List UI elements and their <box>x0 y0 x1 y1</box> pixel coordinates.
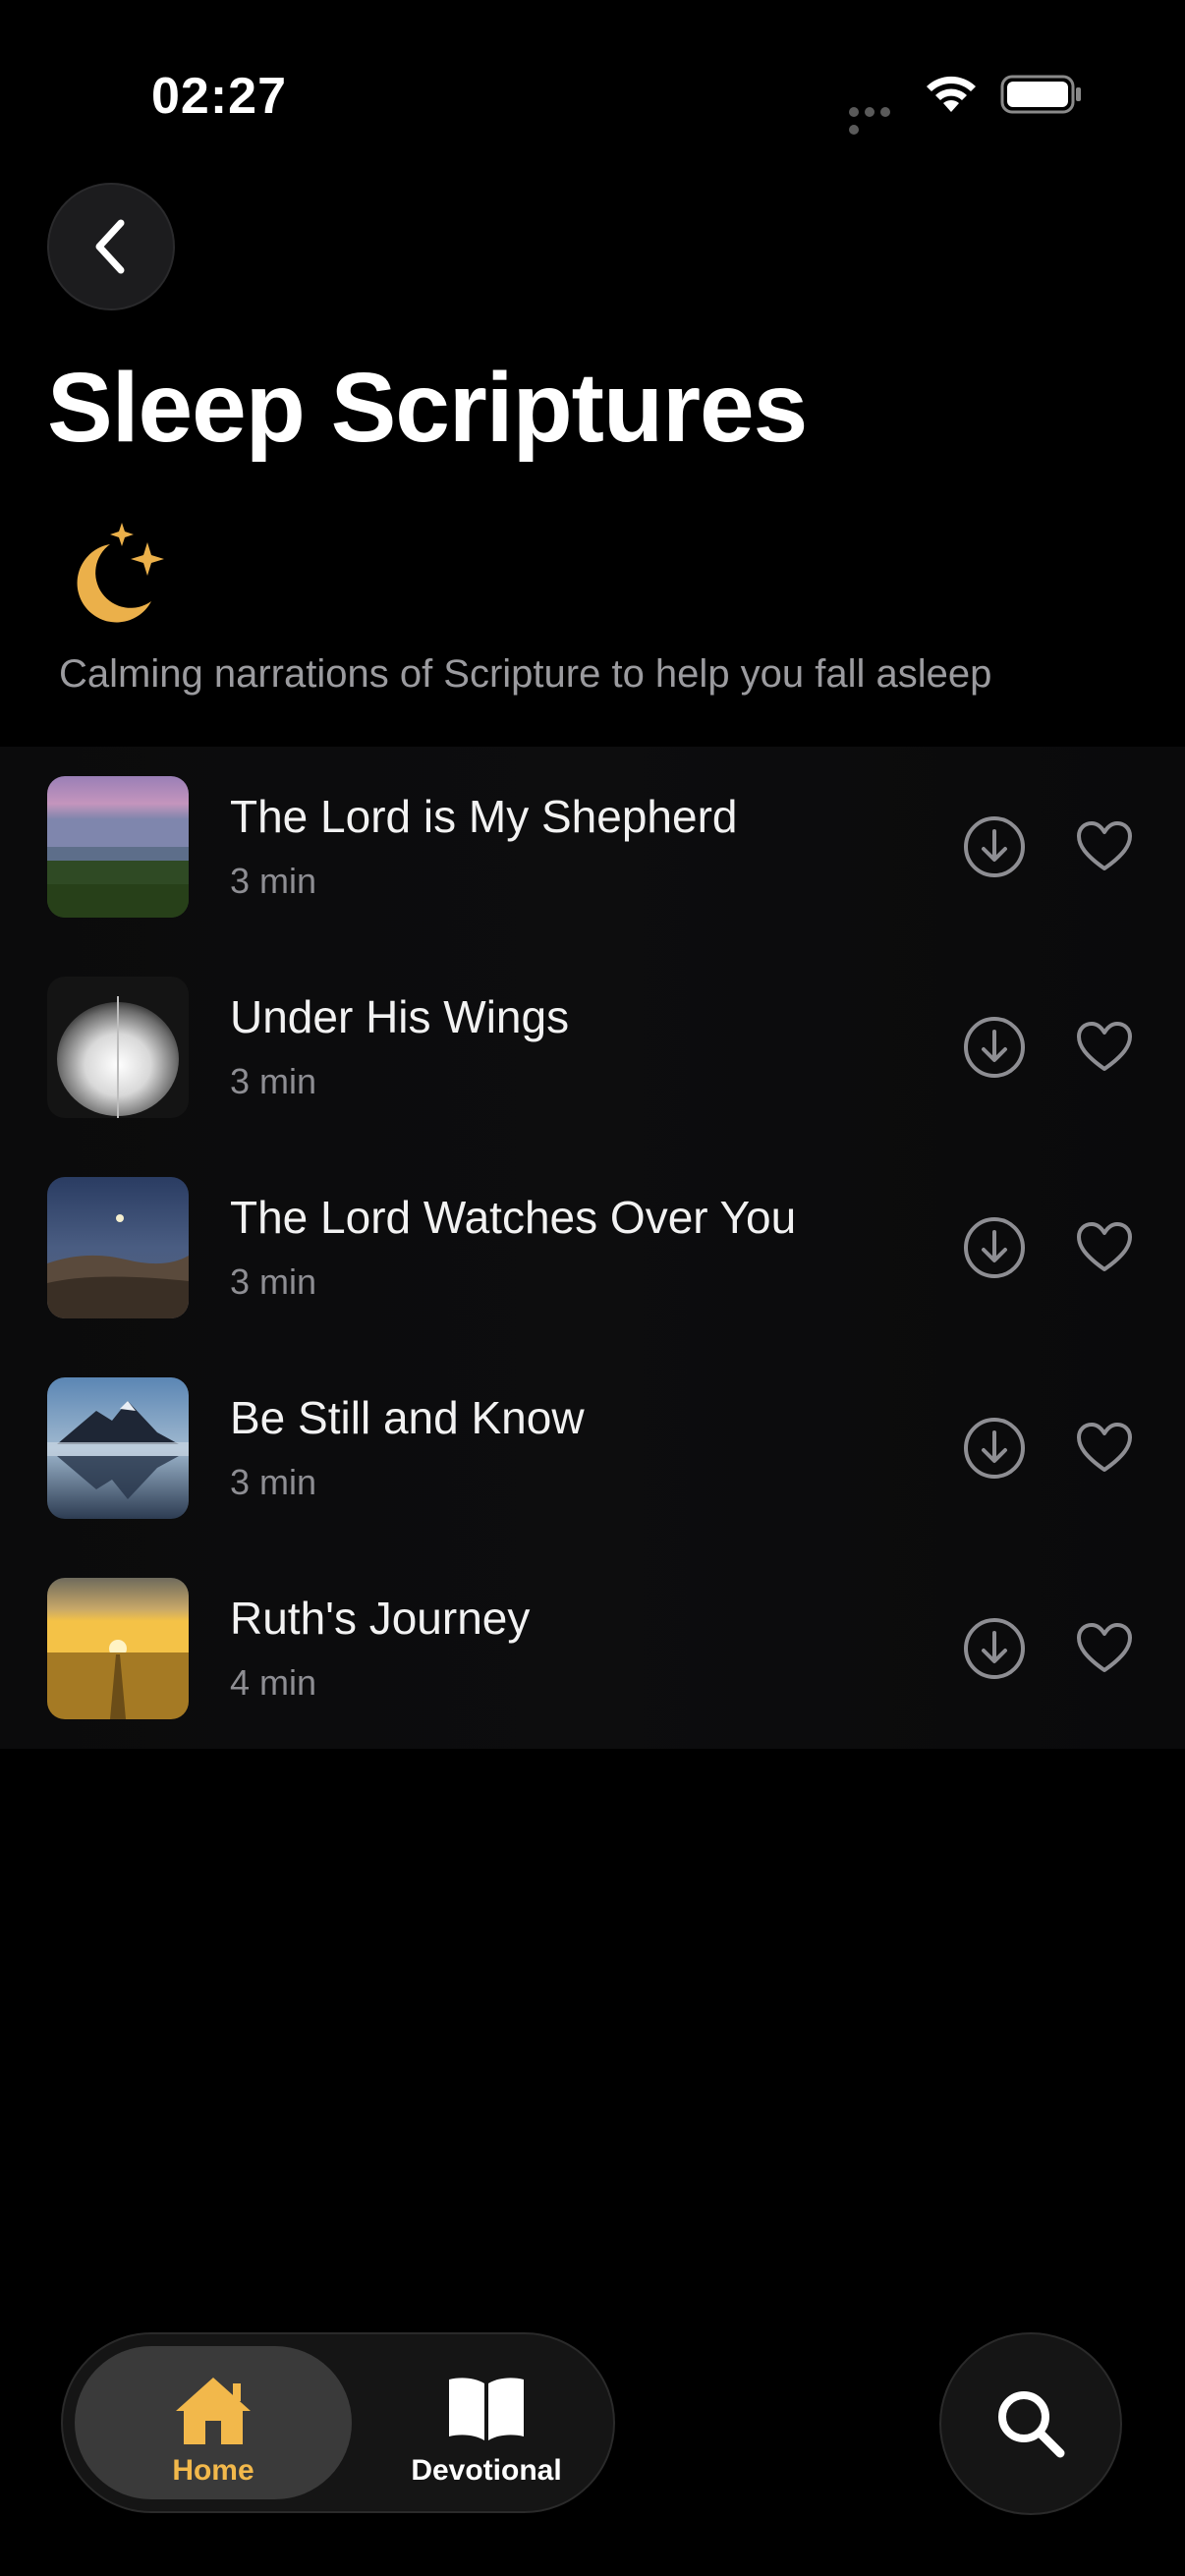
download-icon[interactable] <box>963 1617 1026 1680</box>
tab-home[interactable]: Home <box>75 2346 352 2499</box>
house-icon <box>176 2378 251 2444</box>
track-title: Ruth's Journey <box>230 1593 531 1644</box>
heart-icon[interactable] <box>1073 1016 1136 1079</box>
track-thumbnail <box>47 1578 189 1719</box>
track-duration: 3 min <box>230 1462 317 1502</box>
track-duration: 3 min <box>230 1061 317 1101</box>
heart-icon[interactable] <box>1073 1216 1136 1279</box>
track-row[interactable]: The Lord Watches Over You 3 min <box>0 1148 1185 1348</box>
search-icon <box>998 2391 1065 2458</box>
search-button[interactable] <box>939 2332 1122 2515</box>
heart-icon[interactable] <box>1073 1617 1136 1680</box>
track-thumbnail <box>47 776 189 918</box>
track-row[interactable]: Be Still and Know 3 min <box>0 1348 1185 1548</box>
tab-bar: Home Devotional <box>61 2332 615 2513</box>
moon-stars-icon <box>77 523 164 623</box>
download-icon[interactable] <box>963 1417 1026 1480</box>
page-title: Sleep Scriptures <box>47 353 808 463</box>
tab-devotional[interactable]: Devotional <box>367 2346 605 2499</box>
track-duration: 3 min <box>230 861 317 901</box>
track-thumbnail <box>47 1177 189 1318</box>
wifi-icon <box>927 76 976 112</box>
page-subtitle: Calming narrations of Scripture to help … <box>59 652 992 696</box>
track-list: The Lord is My Shepherd 3 min Under His … <box>0 747 1185 1749</box>
status-time: 02:27 <box>151 68 287 125</box>
battery-icon <box>1000 75 1081 114</box>
tab-devotional-label: Devotional <box>411 2454 562 2487</box>
download-icon[interactable] <box>963 1016 1026 1079</box>
download-icon[interactable] <box>963 1216 1026 1279</box>
track-title: Under His Wings <box>230 991 570 1042</box>
track-thumbnail <box>47 977 189 1118</box>
heart-icon[interactable] <box>1073 1417 1136 1480</box>
track-thumbnail <box>47 1377 189 1519</box>
book-icon <box>449 2378 524 2440</box>
track-title: Be Still and Know <box>230 1392 585 1443</box>
download-icon[interactable] <box>963 815 1026 878</box>
track-title: The Lord Watches Over You <box>230 1192 797 1243</box>
tab-home-label: Home <box>172 2454 254 2487</box>
track-duration: 4 min <box>230 1662 317 1703</box>
track-row[interactable]: Ruth's Journey 4 min <box>0 1548 1185 1749</box>
track-duration: 3 min <box>230 1261 317 1302</box>
status-bar: 02:27 <box>0 0 1185 196</box>
signal-icon <box>849 104 908 135</box>
heart-icon[interactable] <box>1073 815 1136 878</box>
chevron-left-icon <box>95 219 125 274</box>
back-button[interactable] <box>47 183 175 310</box>
track-row[interactable]: The Lord is My Shepherd 3 min <box>0 747 1185 947</box>
track-title: The Lord is My Shepherd <box>230 791 738 842</box>
track-row[interactable]: Under His Wings 3 min <box>0 947 1185 1148</box>
